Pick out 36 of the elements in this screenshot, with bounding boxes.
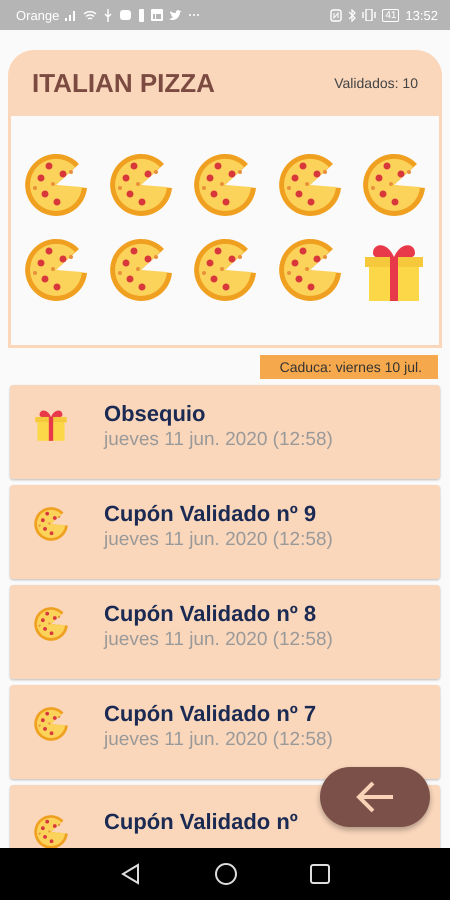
pizza-icon <box>32 505 70 543</box>
battery-level: 41 <box>382 8 400 22</box>
item-date: jueves 11 jun. 2020 (12:58) <box>104 429 333 451</box>
item-date: jueves 11 jun. 2020 (12:58) <box>104 629 333 651</box>
item-title: Cupón Validado nº <box>104 809 298 835</box>
wifi-icon <box>83 10 98 20</box>
recents-button[interactable] <box>310 864 330 884</box>
clock: 13:52 <box>405 8 438 22</box>
history-item[interactable]: Cupón Validado nº 9 jueves 11 jun. 2020 (12:58) <box>10 485 440 579</box>
back-nav-button[interactable] <box>120 863 142 885</box>
validated-count: Validados: 10 <box>334 75 418 91</box>
carrier-name: Orange <box>16 8 60 22</box>
history-item[interactable]: Obsequio jueves 11 jun. 2020 (12:58) <box>10 385 440 479</box>
usb-icon <box>103 8 114 22</box>
item-title: Obsequio <box>104 401 206 427</box>
signal-icon <box>65 10 78 20</box>
history-item[interactable]: Cupón Validado nº 7 jueves 11 jun. 2020 (12:58) <box>10 685 440 779</box>
back-icon <box>355 780 395 814</box>
vibrate-icon <box>362 9 376 21</box>
pizza-icon <box>32 605 70 643</box>
item-date: jueves 11 jun. 2020 (12:58) <box>104 529 333 551</box>
shop-title: ITALIAN PIZZA <box>32 68 215 98</box>
item-title: Cupón Validado nº 8 <box>104 601 318 627</box>
expiry-label: Caduca: viernes 10 jul. <box>260 355 438 379</box>
history-item[interactable]: Cupón Validado nº 8 jueves 11 jun. 2020 (12:58) <box>10 585 440 679</box>
pizza-icon <box>32 813 70 848</box>
item-date: jueves 11 jun. 2020 (12:58) <box>104 729 333 751</box>
twitter-icon <box>169 10 182 20</box>
pizza-icon <box>32 705 70 743</box>
back-button-overlay[interactable] <box>320 767 430 827</box>
item-title: Cupón Validado nº 7 <box>104 701 318 727</box>
item-title: Cupón Validado nº 9 <box>104 501 318 527</box>
home-button[interactable] <box>214 862 238 886</box>
nfc-icon <box>330 8 342 22</box>
more-icon <box>188 13 200 17</box>
bluetooth-icon <box>348 8 356 22</box>
